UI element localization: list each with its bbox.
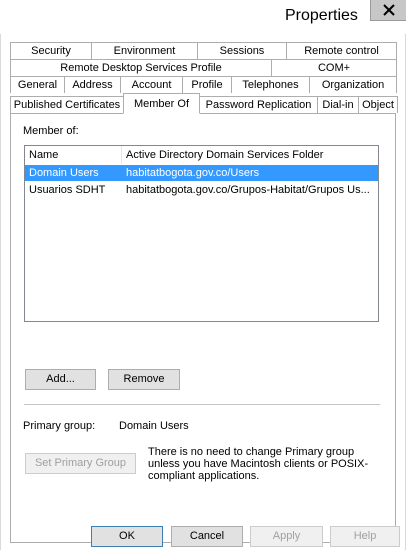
dialog-body: Security Environment Sessions Remote con… [0, 34, 406, 550]
help-button[interactable]: Help [330, 526, 400, 547]
row-folder: habitatbogota.gov.co/Users [126, 167, 260, 179]
ok-button[interactable]: OK [91, 526, 163, 547]
list-row-usuarios-sdht[interactable]: Usuarios SDHT habitatbogota.gov.co/Grupo… [25, 182, 378, 198]
tab-row-3: General Address Account Profile Telephon… [10, 76, 397, 93]
member-of-panel: Member of: Name Active Directory Domain … [10, 113, 396, 543]
tab-object[interactable]: Object [358, 96, 398, 113]
tab-published-certificates[interactable]: Published Certificates [10, 96, 124, 113]
remove-button[interactable]: Remove [108, 369, 180, 390]
title-bar[interactable]: Properties [0, 0, 406, 34]
row-folder: habitatbogota.gov.co/Grupos-Habitat/Grup… [126, 184, 370, 196]
tab-row-1: Security Environment Sessions Remote con… [10, 42, 397, 59]
tab-member-of[interactable]: Member Of [123, 93, 200, 114]
window-title: Properties [285, 7, 358, 24]
tab-general[interactable]: General [10, 76, 65, 93]
tab-row-2: Remote Desktop Services Profile COM+ [10, 59, 397, 76]
close-button[interactable] [370, 0, 406, 21]
footer-buttons: OK Cancel Apply Help [1, 522, 405, 550]
tab-sessions[interactable]: Sessions [197, 42, 287, 59]
tab-remote-control[interactable]: Remote control [286, 42, 397, 59]
apply-button[interactable]: Apply [250, 526, 323, 547]
tab-row-4: Published Certificates Member Of Passwor… [10, 93, 398, 114]
separator [24, 404, 380, 405]
tab-address[interactable]: Address [64, 76, 121, 93]
member-of-list[interactable]: Name Active Directory Domain Services Fo… [24, 145, 379, 322]
tab-account[interactable]: Account [120, 76, 183, 93]
tab-com-plus[interactable]: COM+ [271, 59, 397, 76]
primary-group-value: Domain Users [119, 420, 189, 432]
column-header-name[interactable]: Name [25, 146, 122, 164]
list-header: Name Active Directory Domain Services Fo… [25, 146, 378, 164]
tab-remote-desktop-services-profile[interactable]: Remote Desktop Services Profile [10, 59, 272, 76]
row-name: Usuarios SDHT [29, 184, 106, 196]
column-header-folder[interactable]: Active Directory Domain Services Folder [122, 146, 378, 164]
tab-dial-in[interactable]: Dial-in [317, 96, 359, 113]
tab-environment[interactable]: Environment [91, 42, 198, 59]
primary-group-note: There is no need to change Primary group… [148, 446, 369, 482]
close-icon [383, 4, 395, 16]
set-primary-group-button[interactable]: Set Primary Group [25, 453, 136, 474]
tab-telephones[interactable]: Telephones [231, 76, 310, 93]
member-of-label: Member of: [23, 125, 79, 137]
tab-password-replication[interactable]: Password Replication [199, 96, 318, 113]
tab-security[interactable]: Security [10, 42, 92, 59]
primary-group-label: Primary group: [23, 420, 96, 432]
cancel-button[interactable]: Cancel [171, 526, 243, 547]
tab-organization[interactable]: Organization [309, 76, 397, 93]
tab-profile[interactable]: Profile [182, 76, 232, 93]
properties-window: Properties Security Environment Sessions… [0, 0, 406, 550]
list-row-domain-users[interactable]: Domain Users habitatbogota.gov.co/Users [25, 165, 378, 181]
add-button[interactable]: Add... [25, 369, 96, 390]
row-name: Domain Users [29, 167, 99, 179]
